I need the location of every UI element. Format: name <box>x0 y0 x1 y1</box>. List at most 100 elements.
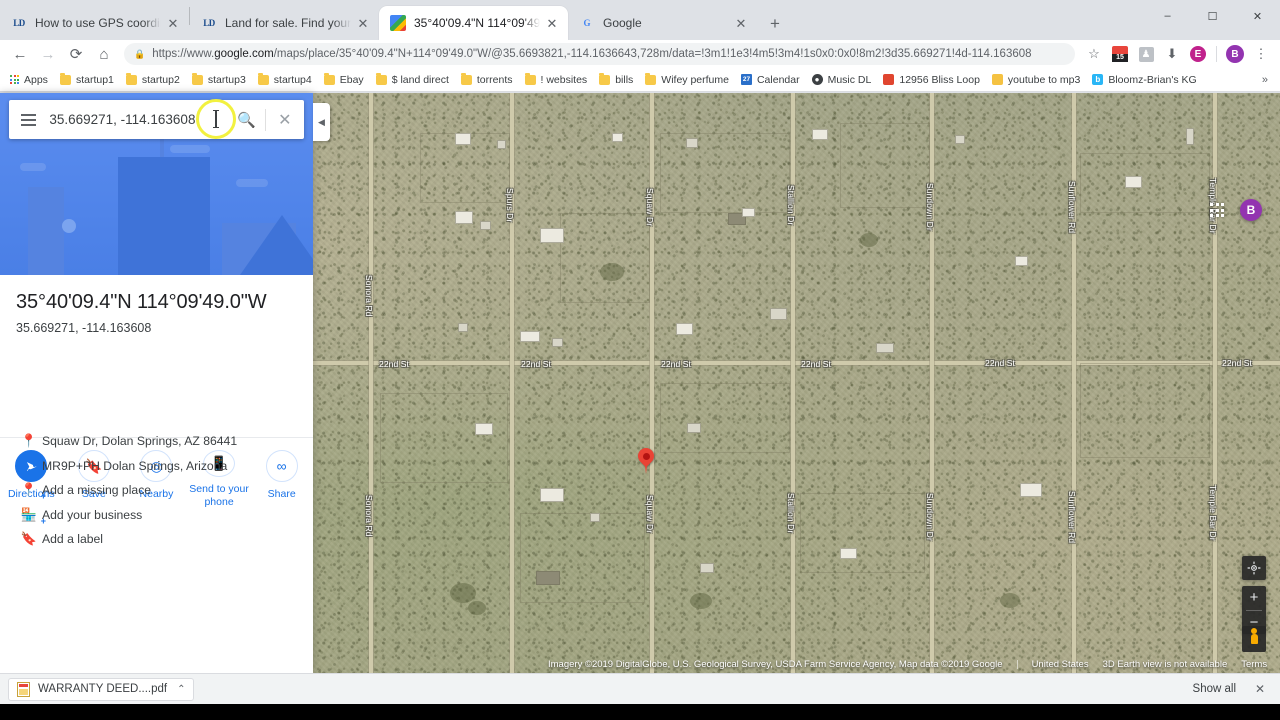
browser-tab-3[interactable]: G Google ✕ <box>568 6 757 40</box>
reload-icon[interactable]: ⟳ <box>62 40 90 68</box>
downloads-bar-actions: Show all ✕ <box>1183 677 1272 701</box>
building <box>455 133 471 145</box>
detail-label: Add a missing place <box>42 482 152 497</box>
detail-row-add-missing-place[interactable]: 📍 Add a missing place <box>0 477 313 502</box>
building <box>840 548 857 559</box>
vegetation <box>860 233 878 247</box>
google-maps-icon <box>390 15 406 31</box>
bookmark-land-direct[interactable]: $ land direct <box>370 72 455 88</box>
folder-icon <box>460 72 472 85</box>
bookmark-startup4[interactable]: startup4 <box>252 72 318 88</box>
bloomz-icon: b <box>1092 74 1104 85</box>
bookmark-star-icon[interactable]: ☆ <box>1081 41 1107 67</box>
close-icon[interactable]: ✕ <box>733 15 749 31</box>
bookmark-label: bills <box>615 73 634 86</box>
forward-icon[interactable]: → <box>34 40 62 68</box>
cloud <box>20 163 46 171</box>
street-label: 22nd St <box>521 359 552 369</box>
bookmark-label: ! websites <box>540 73 588 86</box>
bookmarks-bar: Apps startup1 startup2 startup3 startup4… <box>0 68 1280 92</box>
bookmark-youtube-to-mp3[interactable]: youtube to mp3 <box>986 72 1086 88</box>
bookmark-startup3[interactable]: startup3 <box>186 72 252 88</box>
bookmark-ebay[interactable]: Ebay <box>318 72 370 88</box>
detail-row-plus-code[interactable]: MR9P+PH Dolan Springs, Arizona <box>0 453 313 478</box>
folder-icon <box>125 72 137 85</box>
download-item[interactable]: WARRANTY DEED....pdf ⌃ <box>8 677 195 701</box>
street-label: Stallion Dr <box>786 493 796 534</box>
bookmarks-overflow-icon[interactable]: » <box>1262 74 1276 86</box>
text-cursor-icon <box>213 110 219 128</box>
hamburger-menu-icon[interactable] <box>9 113 47 126</box>
browser-tab-0[interactable]: LD How to use GPS coordinates ✕ <box>0 6 189 40</box>
show-all-downloads-button[interactable]: Show all <box>1183 679 1246 699</box>
parcel-outline <box>520 513 645 603</box>
chevron-up-icon[interactable]: ⌃ <box>177 684 185 695</box>
maps-search-box[interactable]: 🔍 ✕ <box>9 100 304 139</box>
browser-tab-2[interactable]: 35°40'09.4"N 114°09'49.0"W - G ✕ <box>379 6 568 40</box>
bookmark-bliss-loop[interactable]: 12956 Bliss Loop <box>877 72 986 88</box>
building <box>700 563 714 573</box>
collapse-panel-button[interactable]: ◀ <box>313 103 330 141</box>
close-icon[interactable]: ✕ <box>165 15 181 31</box>
tab-title: How to use GPS coordinates <box>35 16 161 30</box>
bookmark-label: Wifey perfume <box>661 73 729 86</box>
close-downloads-bar-icon[interactable]: ✕ <box>1248 677 1272 701</box>
building <box>458 323 468 332</box>
bookmark-label: youtube to mp3 <box>1007 73 1081 86</box>
detail-label: Add a label <box>42 531 103 546</box>
bookmark-wifey-perfume[interactable]: Wifey perfume <box>639 72 735 88</box>
bookmark-websites[interactable]: ! websites <box>519 72 594 88</box>
download-extension-icon[interactable]: ⬇ <box>1159 41 1185 67</box>
bookmark-startup2[interactable]: startup2 <box>120 72 186 88</box>
pdf-file-icon <box>17 681 30 697</box>
address-bar[interactable]: 🔒 https://www.google.com/maps/place/35°4… <box>124 43 1075 65</box>
e-extension-icon[interactable]: E <box>1185 41 1211 67</box>
building <box>1125 176 1142 188</box>
bookmark-startup1[interactable]: startup1 <box>54 72 120 88</box>
toolbar-icons: ☆ ♟ ⬇ E B ⋮ <box>1081 41 1274 67</box>
browser-tab-1[interactable]: LD Land for sale. Find your dream la ✕ <box>190 6 379 40</box>
parcel-outline <box>1080 153 1210 213</box>
vegetation <box>690 593 712 609</box>
bookmark-bills[interactable]: bills <box>593 72 639 88</box>
detail-row-add-business[interactable]: 🏪 Add your business <box>0 502 313 527</box>
building <box>676 323 693 335</box>
download-file-name: WARRANTY DEED....pdf <box>38 683 168 695</box>
road-stallion-dr <box>791 93 795 673</box>
screen-bottom-bar <box>0 704 1280 720</box>
parcel-outline <box>380 393 508 483</box>
detail-label: MR9P+PH Dolan Springs, Arizona <box>42 458 228 473</box>
home-icon[interactable]: ⌂ <box>90 40 118 68</box>
bookmark-calendar[interactable]: 27 Calendar <box>735 72 806 88</box>
apps-grid-icon[interactable] <box>1210 203 1224 217</box>
my-location-icon[interactable] <box>1242 556 1266 580</box>
new-tab-button[interactable]: + <box>761 9 789 37</box>
folder-icon <box>323 72 335 85</box>
map-marker-pin[interactable] <box>634 444 658 474</box>
close-window-button[interactable]: ✕ <box>1235 0 1280 32</box>
bookmark-torrents[interactable]: torrents <box>455 72 519 88</box>
street-view-pegman-icon[interactable] <box>1242 626 1266 652</box>
avatar[interactable]: B <box>1240 199 1262 221</box>
close-icon[interactable]: ✕ <box>544 15 560 31</box>
calendar-extension-icon[interactable] <box>1107 41 1133 67</box>
back-icon[interactable]: ← <box>6 40 34 68</box>
profile-avatar[interactable]: B <box>1222 41 1248 67</box>
url-prefix: https://www. <box>152 48 215 60</box>
zoom-in-button[interactable]: + <box>1242 586 1266 610</box>
close-icon[interactable]: ✕ <box>355 15 371 31</box>
person-extension-icon[interactable]: ♟ <box>1133 41 1159 67</box>
terms-link[interactable]: Terms <box>1241 659 1267 670</box>
bookmark-music-dl[interactable]: ● Music DL <box>806 72 878 88</box>
crosshair-icon <box>1247 561 1261 575</box>
detail-row-address[interactable]: 📍 Squaw Dr, Dolan Springs, AZ 86441 <box>0 428 313 453</box>
bookmark-apps[interactable]: Apps <box>4 72 54 88</box>
map-attribution: Imagery ©2019 DigitalGlobe, U.S. Geologi… <box>548 657 1280 671</box>
minimize-button[interactable]: – <box>1145 0 1190 32</box>
building <box>520 331 540 342</box>
detail-row-add-label[interactable]: 🔖 Add a label <box>0 526 313 551</box>
maximize-button[interactable]: ☐ <box>1190 0 1235 32</box>
bookmark-bloomz[interactable]: b Bloomz-Brian's KG <box>1086 72 1202 88</box>
close-icon[interactable]: ✕ <box>266 110 304 130</box>
chrome-menu-icon[interactable]: ⋮ <box>1248 41 1274 67</box>
